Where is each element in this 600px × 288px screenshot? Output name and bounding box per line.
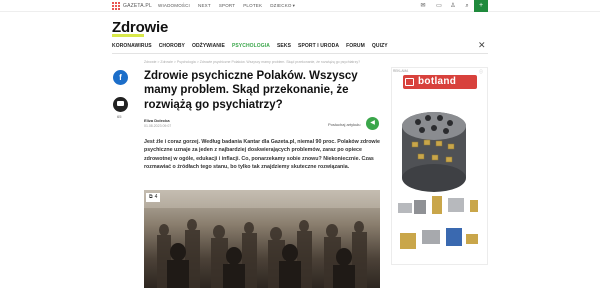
gallery-count: 4 <box>154 194 158 200</box>
article-title: Zdrowie psychiczne Polaków. Wszyscy mamy… <box>144 70 358 111</box>
gazeta-logo-icon[interactable] <box>112 2 120 10</box>
article-date: 01.08.2023 09:07 <box>144 124 172 128</box>
search-icon[interactable]: ⌕ <box>463 2 471 10</box>
user-icon[interactable]: ♙ <box>449 2 457 10</box>
top-bar <box>0 0 600 12</box>
comment-count: 65 <box>117 114 122 119</box>
top-nav-item[interactable]: SPORT <box>219 3 235 9</box>
close-icon[interactable]: ✕ <box>478 40 486 51</box>
article-author[interactable]: Eliza Dolecka <box>144 118 170 123</box>
speaker-icon[interactable]: ◀ <box>366 117 379 130</box>
site-name[interactable]: GAZETA.PL <box>123 3 152 9</box>
divider <box>112 53 488 54</box>
top-nav-item-more[interactable]: DZIECKO <box>270 3 295 9</box>
ad-product-illustration <box>398 112 478 249</box>
article-photo[interactable] <box>144 190 380 288</box>
facebook-share-icon[interactable]: f <box>113 70 128 85</box>
advertisement[interactable] <box>391 67 488 265</box>
botland-logo-icon <box>405 78 414 86</box>
category-nav: KORONAWIRUS CHOROBY ODŻYWIANIE PSYCHOLOG… <box>112 43 395 49</box>
crowd-illustration <box>144 190 380 288</box>
top-nav-item[interactable]: PLOTEK <box>243 3 262 9</box>
category-koronawirus[interactable]: KORONAWIRUS <box>112 43 152 49</box>
category-quizy[interactable]: QUIZY <box>372 43 388 49</box>
envelope-icon[interactable]: ▭ <box>435 2 443 10</box>
ad-label: REKLAMA <box>393 69 409 73</box>
category-seks[interactable]: SEKS <box>277 43 291 49</box>
listen-label: Posłuchaj artykułu <box>328 122 361 127</box>
category-choroby[interactable]: CHOROBY <box>159 43 185 49</box>
category-odzywianie[interactable]: ODŻYWIANIE <box>192 43 225 49</box>
ad-brand[interactable]: botland <box>418 76 456 87</box>
gallery-icon: ⧉ <box>149 194 153 200</box>
breadcrumb[interactable]: Zdrowie > Zdrowie > Psychologia > Zdrowi… <box>144 60 360 64</box>
mail-icon[interactable]: ✉ <box>419 2 427 10</box>
top-nav-item[interactable]: WIADOMOŚCI <box>158 3 190 9</box>
ad-info-icon[interactable]: ⓘ <box>479 69 483 75</box>
category-psychologia[interactable]: PSYCHOLOGIA <box>232 43 270 49</box>
category-sport-i-uroda[interactable]: SPORT I URODA <box>298 43 339 49</box>
gallery-badge[interactable]: ⧉ 4 <box>146 193 161 202</box>
top-nav: WIADOMOŚCI NEXT SPORT PLOTEK DZIECKO <box>158 3 295 9</box>
top-nav-item[interactable]: NEXT <box>198 3 211 9</box>
user-plus-icon[interactable]: + <box>474 0 488 12</box>
brand-underline <box>112 34 144 37</box>
comment-icon[interactable] <box>113 97 128 112</box>
category-forum[interactable]: FORUM <box>346 43 365 49</box>
article-lead: Jest źle i coraz gorzej. Według badania … <box>144 139 380 171</box>
